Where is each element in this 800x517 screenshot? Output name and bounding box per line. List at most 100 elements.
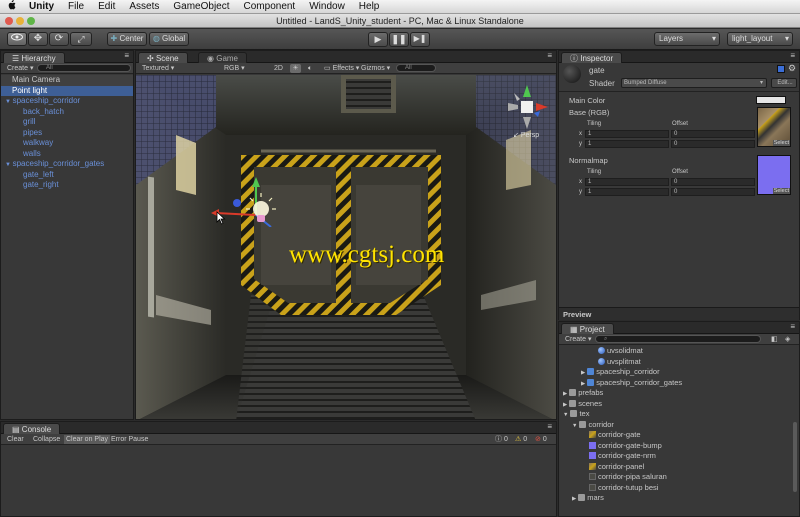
project-create-dropdown[interactable]: Create ▾ xyxy=(565,334,591,345)
expand-arrow-icon[interactable]: ▶ xyxy=(572,496,576,502)
expand-arrow-icon[interactable]: ▶ xyxy=(581,370,585,376)
expand-arrow-icon[interactable]: ▼ xyxy=(563,412,568,418)
console-error-filter[interactable]: ⊘ 0 xyxy=(535,434,547,445)
project-item[interactable]: uvsolidmat xyxy=(559,346,799,357)
gear-icon[interactable]: ⚙ xyxy=(788,63,796,74)
hierarchy-item[interactable]: grill xyxy=(1,117,133,128)
project-item[interactable]: corridor-pipa saluran xyxy=(559,472,799,483)
pivot-global-toggle[interactable]: ◍ Global xyxy=(149,32,189,46)
menu-assets[interactable]: Assets xyxy=(122,0,166,14)
menu-file[interactable]: File xyxy=(61,0,91,14)
tab-project[interactable]: ▦ Project xyxy=(561,323,614,334)
base-offset-x-field[interactable]: 0 xyxy=(671,130,755,138)
console-collapse-button[interactable]: Collapse xyxy=(33,434,60,445)
project-item[interactable]: ▶ spaceship_corridor_gates xyxy=(559,378,799,389)
gizmos-dropdown[interactable]: Gizmos ▾ xyxy=(361,63,390,74)
expand-arrow-icon[interactable]: ▶ xyxy=(581,381,585,387)
panel-menu-icon[interactable]: ≡ xyxy=(790,322,795,331)
main-color-swatch[interactable] xyxy=(756,96,786,104)
scene-viewport[interactable]: www.cgtsj.com ↙ Persp xyxy=(136,75,556,419)
zoom-window-icon[interactable] xyxy=(27,17,35,25)
scale-tool-button[interactable]: ⤢ xyxy=(70,32,92,46)
base-tiling-y-field[interactable]: 1 xyxy=(585,140,669,148)
console-warning-filter[interactable]: ⚠ 0 xyxy=(515,434,527,445)
project-item[interactable]: ▶ mars xyxy=(559,493,799,504)
hierarchy-item[interactable]: ▼ spaceship_corridor xyxy=(1,96,133,107)
filter-label-icon[interactable]: ◈ xyxy=(785,334,790,345)
preview-header[interactable]: Preview xyxy=(559,307,799,320)
base-texture-select-button[interactable]: Select xyxy=(772,140,790,146)
console-clear-on-play-button[interactable]: Clear on Play xyxy=(64,435,111,444)
menu-window[interactable]: Window xyxy=(302,0,352,14)
move-tool-button[interactable]: ✥ xyxy=(28,32,48,46)
hierarchy-item[interactable]: Main Camera xyxy=(1,75,133,86)
layers-dropdown[interactable]: Layers ▾ xyxy=(654,32,720,46)
expand-arrow-icon[interactable]: ▶ xyxy=(563,391,567,397)
menu-app-unity[interactable]: Unity xyxy=(22,0,61,14)
menu-gameobject[interactable]: GameObject xyxy=(166,0,236,14)
normal-offset-y-field[interactable]: 0 xyxy=(671,188,755,196)
tab-scene[interactable]: ✣ Scene xyxy=(138,52,188,63)
base-texture-thumbnail[interactable]: Select xyxy=(757,107,791,147)
project-item[interactable]: ▶ spaceship_corridor xyxy=(559,367,799,378)
tab-inspector[interactable]: ⓘ Inspector xyxy=(561,52,623,63)
close-window-icon[interactable] xyxy=(5,17,13,25)
render-channel-dropdown[interactable]: RGB ▾ xyxy=(224,63,245,74)
shading-mode-dropdown[interactable]: Textured ▾ xyxy=(142,63,174,74)
hierarchy-item[interactable]: pipes xyxy=(1,128,133,139)
panel-menu-icon[interactable]: ≡ xyxy=(124,51,129,60)
play-button[interactable]: ▶ xyxy=(368,32,388,47)
hierarchy-search-input[interactable]: All xyxy=(37,64,131,72)
expand-arrow-icon[interactable]: ▼ xyxy=(5,162,13,168)
mode-2d-toggle[interactable]: 2D xyxy=(274,63,283,74)
persp-label[interactable]: ↙ Persp xyxy=(513,131,539,139)
scene-orientation-gizmo[interactable] xyxy=(504,83,550,133)
project-item[interactable]: corridor-gate xyxy=(559,430,799,441)
normal-tiling-x-field[interactable]: 1 xyxy=(585,178,669,186)
project-item[interactable]: ▼ corridor xyxy=(559,420,799,431)
pivot-center-toggle[interactable]: ✚ Center xyxy=(107,32,147,46)
project-item[interactable]: uvsplitmat xyxy=(559,357,799,368)
hierarchy-item[interactable]: back_hatch xyxy=(1,107,133,118)
normalmap-thumbnail[interactable]: Select xyxy=(757,155,791,195)
project-scrollbar[interactable] xyxy=(793,422,797,492)
panel-menu-icon[interactable]: ≡ xyxy=(790,51,795,60)
shader-edit-button[interactable]: Edit... xyxy=(771,78,797,88)
minimize-window-icon[interactable] xyxy=(16,17,24,25)
normal-offset-x-field[interactable]: 0 xyxy=(671,178,755,186)
rotate-tool-button[interactable]: ⟳ xyxy=(49,32,69,46)
layout-dropdown[interactable]: light_layout ▾ xyxy=(727,32,793,46)
filter-type-icon[interactable]: ◧ xyxy=(771,334,778,345)
project-item[interactable]: corridor-gate-nrm xyxy=(559,451,799,462)
project-item[interactable]: corridor-gate-bump xyxy=(559,441,799,452)
base-offset-y-field[interactable]: 0 xyxy=(671,140,755,148)
base-tiling-x-field[interactable]: 1 xyxy=(585,130,669,138)
hierarchy-item[interactable]: ▼ spaceship_corridor_gates xyxy=(1,159,133,170)
hierarchy-item[interactable]: gate_right xyxy=(1,180,133,191)
normalmap-select-button[interactable]: Select xyxy=(772,188,790,194)
panel-menu-icon[interactable]: ≡ xyxy=(547,422,552,431)
menu-component[interactable]: Component xyxy=(237,0,303,14)
pause-button[interactable]: ❚❚ xyxy=(389,32,409,47)
project-item[interactable]: corridor-tutup besi xyxy=(559,483,799,494)
menu-edit[interactable]: Edit xyxy=(91,0,122,14)
hierarchy-item[interactable]: walls xyxy=(1,149,133,160)
project-item[interactable]: corridor-panel xyxy=(559,462,799,473)
book-icon[interactable] xyxy=(777,65,785,73)
scene-lighting-toggle[interactable]: ☀ xyxy=(290,64,301,73)
tab-hierarchy[interactable]: ☰ Hierarchy xyxy=(3,52,65,63)
scene-search-input[interactable]: All xyxy=(396,64,436,72)
step-button[interactable]: ▶❚ xyxy=(410,32,430,47)
project-item[interactable]: ▼ tex xyxy=(559,409,799,420)
view-tool-button[interactable] xyxy=(7,32,27,46)
hierarchy-item[interactable]: gate_left xyxy=(1,170,133,181)
expand-arrow-icon[interactable]: ▶ xyxy=(563,402,567,408)
panel-menu-icon[interactable]: ≡ xyxy=(547,51,552,60)
shader-dropdown[interactable]: Bumped Diffuse ▾ xyxy=(621,78,767,88)
expand-arrow-icon[interactable]: ▼ xyxy=(5,99,13,105)
hierarchy-item[interactable]: walkway xyxy=(1,138,133,149)
expand-arrow-icon[interactable]: ▼ xyxy=(572,423,577,429)
project-search-input[interactable]: ⌕ xyxy=(595,335,761,343)
hierarchy-item[interactable]: Point light xyxy=(1,85,133,96)
console-log-filter[interactable]: ⓘ 0 xyxy=(495,434,508,445)
